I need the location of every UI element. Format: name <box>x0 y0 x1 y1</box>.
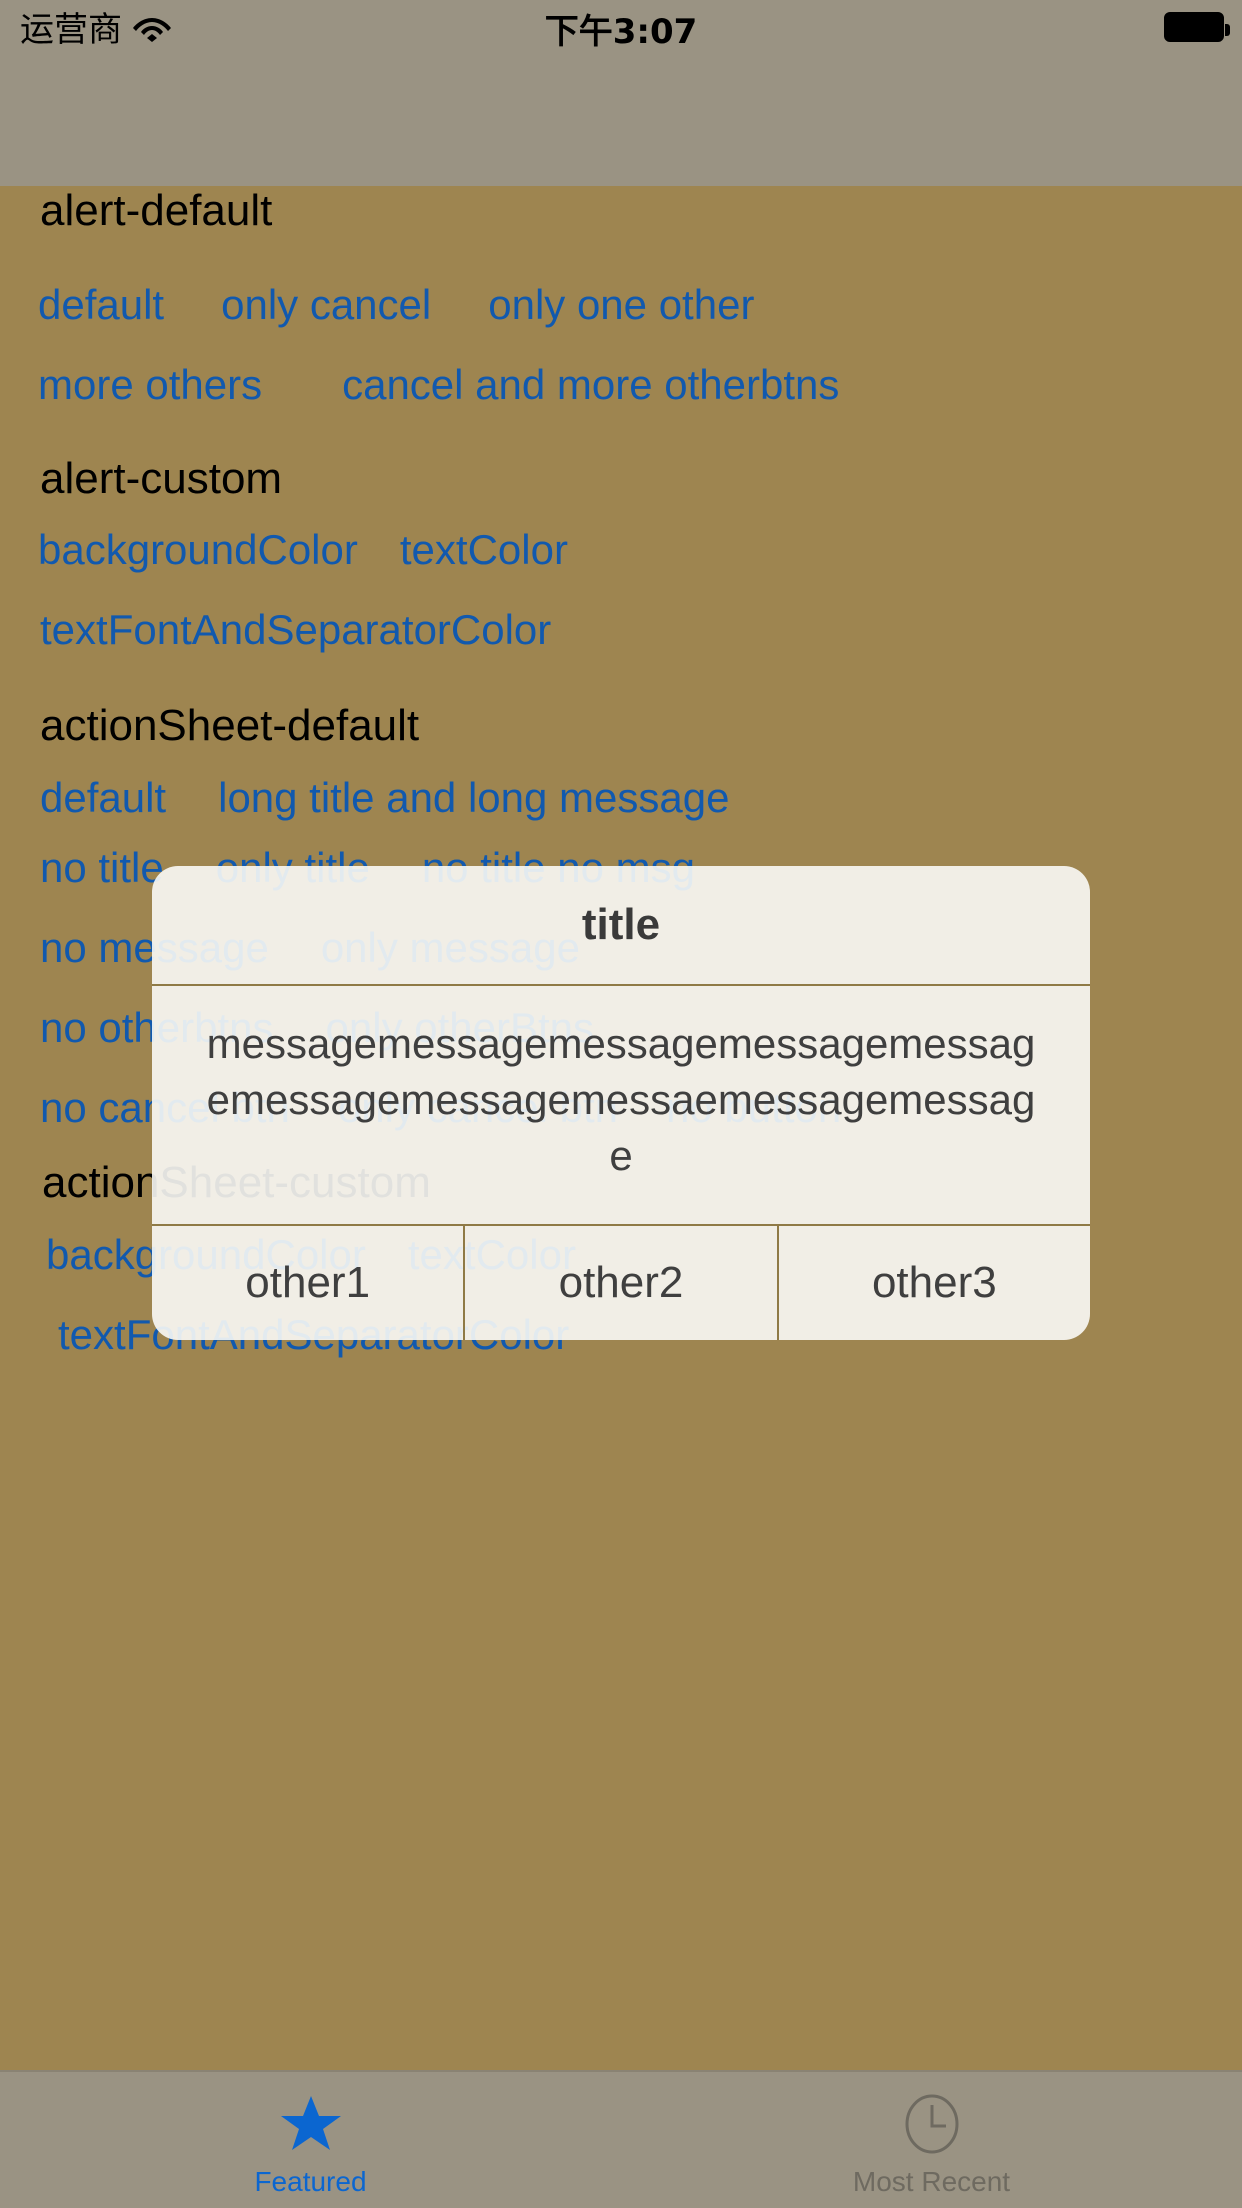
section-title-alert-custom: alert-custom <box>40 454 283 503</box>
link-more-others[interactable]: more others <box>38 361 262 409</box>
row-alert-default-1: default only cancel only one other <box>38 281 754 329</box>
link-as-default[interactable]: default <box>40 774 166 822</box>
link-no-title[interactable]: no title <box>40 844 164 892</box>
link-alert-text-font-and-separator-color[interactable]: textFontAndSeparatorColor <box>40 606 551 654</box>
link-long-title-and-long-message[interactable]: long title and long message <box>218 774 729 822</box>
row-alert-default-2: more others cancel and more otherbtns <box>38 361 839 409</box>
alert-button-other1[interactable]: other1 <box>152 1226 463 1340</box>
battery-icon <box>1164 12 1230 42</box>
link-alert-text-color[interactable]: textColor <box>400 526 568 574</box>
row-alert-custom-1: backgroundColor textColor <box>38 526 568 574</box>
link-cancel-and-more-otherbtns[interactable]: cancel and more otherbtns <box>342 361 839 409</box>
star-icon <box>280 2096 341 2150</box>
tab-label-featured: Featured <box>254 2166 367 2197</box>
row-actionsheet-default-1: default long title and long message <box>40 774 729 822</box>
alert-button-other2[interactable]: other2 <box>463 1225 776 1340</box>
link-alert-background-color[interactable]: backgroundColor <box>38 526 358 574</box>
tab-bar: Featured Most Recent <box>0 2070 1242 2208</box>
tab-item-most-recent[interactable]: Most Recent <box>621 2072 1242 2208</box>
app-screen: 运营商 下午3:07 alert-default default only ca… <box>0 0 1242 2208</box>
link-only-cancel[interactable]: only cancel <box>221 281 431 329</box>
alert-message-area: messagemessagemessagemessagemessagemessa… <box>152 986 1090 1224</box>
alert-message: messagemessagemessagemessagemessagemessa… <box>206 1020 1036 1179</box>
alert-button-other3[interactable]: other3 <box>776 1225 1090 1340</box>
tab-label-most-recent: Most Recent <box>852 2166 1011 2197</box>
status-bar: 运营商 下午3:07 <box>0 0 1242 186</box>
alert-title-area: title <box>152 866 1090 984</box>
status-time: 下午3:07 <box>544 12 698 52</box>
section-title-alert-default: alert-default <box>40 186 273 235</box>
row-alert-custom-2: textFontAndSeparatorColor <box>40 606 551 654</box>
alert-button-row: other1 other2 other3 <box>152 1225 1090 1340</box>
link-default[interactable]: default <box>38 281 164 329</box>
section-title-actionsheet-default: actionSheet-default <box>40 701 420 750</box>
alert-title: title <box>581 900 661 949</box>
status-bar-row: 运营商 下午3:07 <box>0 0 1242 60</box>
clock-icon <box>905 2094 958 2154</box>
tab-item-featured[interactable]: Featured <box>0 2072 621 2208</box>
link-only-one-other[interactable]: only one other <box>488 281 754 329</box>
alert-dialog[interactable]: title messagemessagemessagemessagemessag… <box>152 866 1090 1340</box>
